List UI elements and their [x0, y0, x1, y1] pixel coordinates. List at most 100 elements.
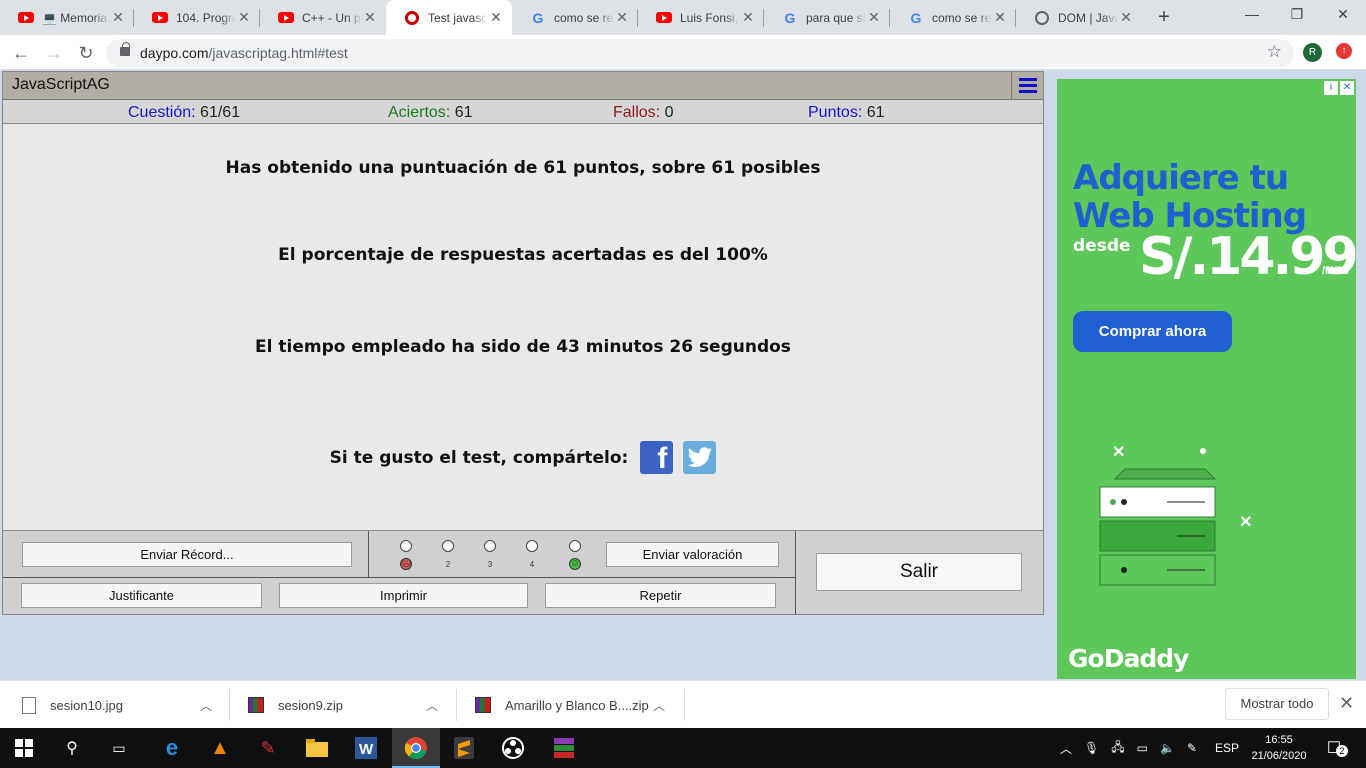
winrar-icon — [248, 697, 264, 713]
close-window-button[interactable]: ✕ — [1323, 6, 1363, 23]
tab[interactable]: G como se recorre ✕ — [890, 0, 1016, 35]
youtube-icon — [152, 10, 168, 26]
clock-date: 21/06/2020 — [1251, 750, 1307, 762]
reload-button[interactable]: ↻ — [74, 41, 98, 65]
rating-radio-1[interactable] — [400, 540, 412, 552]
obs-icon[interactable] — [501, 736, 525, 760]
download-item[interactable]: sesion9.zip ︿ — [248, 681, 448, 729]
close-icon[interactable]: ✕ — [992, 9, 1008, 26]
restore-button[interactable]: ❐ — [1277, 6, 1317, 23]
network-icon[interactable]: 🖧 — [1111, 738, 1124, 759]
rating-label: 4 — [529, 560, 535, 569]
new-tab-button[interactable]: + — [1152, 6, 1176, 29]
close-icon[interactable]: ✕ — [362, 9, 378, 26]
back-button[interactable]: ← — [9, 41, 33, 65]
profile-avatar[interactable]: R — [1303, 43, 1322, 62]
tab-title: para que sirve — [806, 10, 866, 25]
close-icon[interactable]: ✕ — [1118, 9, 1134, 26]
globe-icon — [1034, 10, 1050, 26]
repetir-button[interactable]: Repetir — [545, 583, 776, 608]
ad-desde: desde — [1073, 236, 1131, 256]
enviar-valoracion-button[interactable]: Enviar valoración — [606, 542, 779, 567]
chevron-up-icon[interactable]: ︿ — [1060, 740, 1072, 757]
svg-text:✕: ✕ — [1239, 514, 1252, 531]
show-all-downloads-button[interactable]: Mostrar todo — [1225, 688, 1329, 720]
tab[interactable]: C++ - Un paso ✕ — [260, 0, 386, 35]
windows-start-icon[interactable] — [12, 736, 36, 760]
chevron-up-icon[interactable]: ︿ — [200, 697, 212, 714]
close-icon[interactable]: ✕ — [488, 9, 504, 26]
google-icon: G — [784, 9, 796, 26]
rating-radio-5[interactable] — [569, 540, 581, 552]
rating-radio-4[interactable] — [526, 540, 538, 552]
close-icon[interactable]: ✕ — [866, 9, 882, 26]
server-illustration-icon: ✕ ✕ — [1099, 444, 1252, 586]
extension-icon[interactable]: ↑ — [1336, 43, 1352, 59]
chevron-up-icon[interactable]: ︿ — [426, 697, 438, 714]
tab[interactable]: G para que sirve ✕ — [764, 0, 890, 35]
enviar-record-button[interactable]: Enviar Récord... — [22, 542, 352, 567]
task-view-icon[interactable]: ▭ — [107, 736, 131, 760]
download-filename: Amarillo y Blanco B....zip — [505, 697, 649, 713]
notification-count: 2 — [1335, 745, 1348, 757]
svg-text:W: W — [359, 741, 374, 758]
microphone-icon[interactable]: 🎙 — [1084, 741, 1099, 755]
lock-icon — [120, 42, 130, 56]
paint-icon[interactable]: ✎ — [256, 736, 280, 760]
ad-info-icon[interactable]: i — [1324, 81, 1338, 95]
test-header: JavaScriptAG — [3, 72, 1043, 100]
sublime-text-icon[interactable] — [452, 736, 476, 760]
vlc-icon[interactable]: ▲ — [208, 736, 232, 760]
tab[interactable]: Luis Fonsi, Daddy ✕ — [638, 0, 764, 35]
notifications-icon[interactable]: ☐ 2 — [1322, 736, 1348, 760]
tab-title: Luis Fonsi, Daddy — [680, 10, 740, 25]
tab-active[interactable]: Test javascript ✕ — [386, 0, 512, 35]
close-icon[interactable]: ✕ — [614, 9, 630, 26]
language-indicator[interactable]: ESP — [1215, 741, 1239, 755]
tab[interactable]: 104. Programación ✕ — [134, 0, 260, 35]
close-icon[interactable]: ✕ — [740, 9, 756, 26]
browser-tab-strip: 💻 Memoria ✕ 104. Programación ✕ C++ - Un… — [0, 0, 1366, 35]
controls-panel: Enviar Récord... ☹ 2 3 4 ☺ Enviar valora… — [2, 530, 1044, 615]
justificante-button[interactable]: Justificante — [21, 583, 262, 608]
facebook-icon[interactable]: f — [640, 441, 674, 474]
close-icon[interactable]: ✕ — [110, 9, 126, 26]
downloads-bar: sesion10.jpg ︿ sesion9.zip ︿ Amarillo y … — [0, 680, 1366, 728]
salir-button[interactable]: Salir — [816, 553, 1022, 591]
twitter-icon[interactable] — [683, 441, 717, 474]
close-icon[interactable]: ✕ — [1339, 693, 1354, 714]
tab[interactable]: 💻 Memoria ✕ — [0, 0, 134, 35]
address-bar[interactable]: daypo.com/javascriptag.html#test ☆ — [106, 39, 1294, 67]
download-item[interactable]: sesion10.jpg ︿ — [22, 681, 222, 729]
stat-puntos: Puntos: 61 — [808, 104, 885, 121]
bookmark-star-icon[interactable]: ☆ — [1267, 42, 1282, 62]
rating-radio-3[interactable] — [484, 540, 496, 552]
tab[interactable]: G como se recorre ✕ — [512, 0, 638, 35]
winrar-icon[interactable] — [552, 736, 576, 760]
ad-close-icon[interactable]: ✕ — [1340, 81, 1354, 95]
clock[interactable]: 16:55 21/06/2020 — [1251, 732, 1307, 764]
chrome-icon[interactable] — [404, 736, 428, 760]
download-item[interactable]: Amarillo y Blanco B....zip ︿ — [475, 681, 685, 729]
tab[interactable]: DOM | JavaScript ✕ — [1016, 0, 1142, 35]
minimize-button[interactable]: — — [1232, 6, 1272, 22]
close-icon[interactable]: ✕ — [236, 9, 252, 26]
search-icon[interactable]: ⚲ — [60, 736, 84, 760]
chevron-up-icon[interactable]: ︿ — [653, 697, 665, 714]
advertisement-banner[interactable]: i ✕ Adquiere tu Web Hosting desde S/.14.… — [1057, 79, 1356, 679]
file-explorer-icon[interactable] — [305, 736, 329, 760]
pen-icon[interactable]: ✎ — [1187, 741, 1197, 755]
word-icon[interactable]: W — [354, 736, 378, 760]
tab-title: como se recorre — [932, 10, 992, 25]
url-text[interactable]: daypo.com/javascriptag.html#test — [140, 45, 348, 61]
hamburger-menu-icon[interactable] — [1011, 72, 1043, 99]
forward-button[interactable]: → — [42, 41, 66, 65]
rating-radio-2[interactable] — [442, 540, 454, 552]
test-title: JavaScriptAG — [12, 76, 110, 93]
ad-choices[interactable]: i ✕ — [1324, 81, 1354, 95]
edge-icon[interactable]: e — [160, 735, 184, 760]
imprimir-button[interactable]: Imprimir — [279, 583, 528, 608]
ad-cta-button[interactable]: Comprar ahora — [1073, 311, 1232, 352]
battery-icon[interactable]: ▭ — [1137, 741, 1148, 755]
volume-icon[interactable]: 🔈 — [1160, 741, 1175, 755]
